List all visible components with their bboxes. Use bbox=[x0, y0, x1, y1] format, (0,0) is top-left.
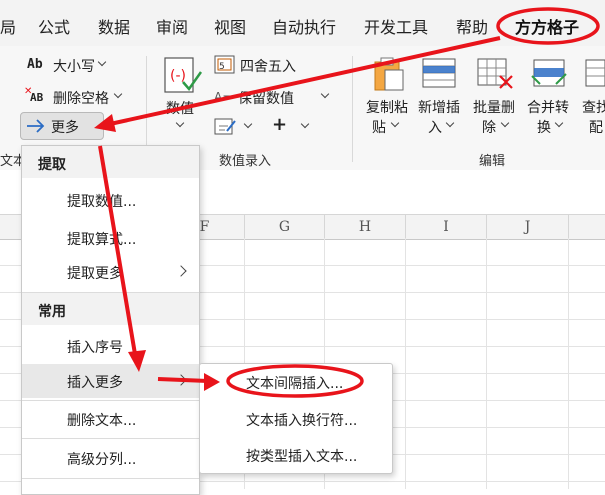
round-icon: 5 bbox=[214, 55, 235, 74]
tab-data[interactable]: 数据 bbox=[98, 14, 130, 38]
grid-line bbox=[405, 238, 406, 489]
tab-review[interactable]: 审阅 bbox=[156, 14, 188, 38]
menu-item-delete-text[interactable]: 删除文本... bbox=[67, 410, 136, 430]
merge-convert-button-line2: 换 bbox=[537, 120, 551, 136]
numeric-icon: (-) bbox=[164, 57, 203, 93]
menu-item-extract-more[interactable]: 提取更多 bbox=[67, 263, 123, 283]
more-dropdown-menu: 提取 提取数值... 提取算式... 提取更多 常用 插入序号 插入更多 删除文… bbox=[21, 145, 200, 495]
grid-line bbox=[486, 238, 487, 489]
menu-divider bbox=[22, 400, 199, 401]
column-header[interactable]: J bbox=[486, 215, 568, 239]
menu-item-insert-sequence[interactable]: 插入序号 bbox=[67, 337, 123, 357]
ribbon-tab-bar: 局 公式 数据 审阅 视图 自动执行 开发工具 帮助 方方格子 bbox=[0, 0, 605, 50]
keep-value-button[interactable]: 保留数值 bbox=[238, 88, 294, 108]
more-button-label: 更多 bbox=[51, 120, 79, 136]
merge-convert-button[interactable]: 合并转 bbox=[527, 97, 569, 117]
batch-delete-button[interactable]: 批量删 bbox=[473, 97, 515, 117]
tab-layout[interactable]: 局 bbox=[0, 14, 16, 38]
clipboard-icon bbox=[374, 57, 404, 91]
menu-section-common: 常用 bbox=[38, 304, 66, 320]
edit-group-label: 编辑 bbox=[479, 154, 506, 169]
numeric-group-label: 数值录入 bbox=[219, 154, 272, 169]
case-button[interactable]: 大小写 bbox=[53, 56, 95, 76]
menu-item-extract-formula[interactable]: 提取算式... bbox=[67, 229, 136, 249]
menu-section-extract: 提取 bbox=[38, 157, 66, 173]
insert-rows-icon bbox=[422, 58, 456, 88]
tab-view[interactable]: 视图 bbox=[214, 14, 246, 38]
copy-paste-button-line2: 贴 bbox=[372, 120, 386, 136]
column-header[interactable]: I bbox=[405, 215, 486, 239]
column-header[interactable]: G bbox=[244, 215, 324, 239]
chevron-right-icon bbox=[175, 265, 187, 277]
tab-formulas[interactable]: 公式 bbox=[38, 14, 70, 38]
insert-more-submenu: 文本间隔插入... 文本插入换行符... 按类型插入文本... bbox=[199, 363, 393, 474]
insert-button-line2: 入 bbox=[428, 120, 442, 136]
find-match-icon bbox=[585, 59, 605, 87]
edit-grid-icon bbox=[214, 118, 236, 135]
tab-help[interactable]: 帮助 bbox=[456, 14, 488, 38]
numeric-button[interactable]: 数值 bbox=[166, 98, 194, 118]
merge-convert-icon bbox=[531, 59, 567, 87]
case-icon: Ab bbox=[27, 57, 43, 72]
column-header-partial[interactable] bbox=[568, 215, 605, 239]
find-match-button-line2: 配 bbox=[589, 120, 603, 136]
svg-text:5: 5 bbox=[219, 62, 225, 72]
submenu-item-insert-by-type[interactable]: 按类型插入文本... bbox=[246, 446, 357, 466]
delete-space-button[interactable]: 删除空格 bbox=[53, 88, 109, 108]
menu-item-extract-number[interactable]: 提取数值... bbox=[67, 191, 136, 211]
submenu-item-insert-linebreak[interactable]: 文本插入换行符... bbox=[246, 410, 357, 430]
submenu-item-interval-insert[interactable]: 文本间隔插入... bbox=[246, 373, 343, 393]
find-match-button[interactable]: 查找 bbox=[582, 97, 605, 117]
menu-divider bbox=[22, 438, 199, 439]
grid-line bbox=[568, 238, 569, 489]
round-button[interactable]: 四舍五入 bbox=[240, 56, 296, 76]
tab-automate[interactable]: 自动执行 bbox=[272, 14, 336, 38]
menu-divider bbox=[22, 478, 199, 479]
tab-developer[interactable]: 开发工具 bbox=[364, 14, 428, 38]
menu-item-insert-more[interactable]: 插入更多 bbox=[67, 372, 123, 392]
column-header[interactable]: H bbox=[324, 215, 405, 239]
batch-delete-button-line2: 除 bbox=[482, 120, 496, 136]
batch-delete-icon bbox=[477, 58, 513, 89]
insert-button[interactable]: 新增插 bbox=[418, 97, 460, 117]
delete-space-icon: AB bbox=[30, 91, 44, 104]
keep-value-icon: A= bbox=[214, 90, 233, 104]
plus-button[interactable]: + bbox=[272, 114, 287, 135]
ribbon-separator bbox=[352, 56, 353, 162]
copy-paste-button[interactable]: 复制粘 bbox=[366, 97, 408, 117]
arrow-right-icon bbox=[27, 119, 45, 133]
tab-fangfang-gezi[interactable]: 方方格子 bbox=[515, 14, 579, 38]
menu-item-advanced-split[interactable]: 高级分列... bbox=[67, 449, 136, 469]
